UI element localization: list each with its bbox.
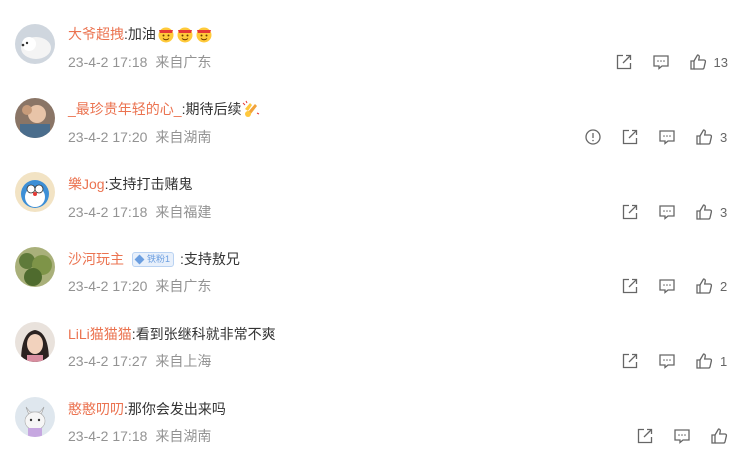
- comment-icon: [659, 279, 675, 294]
- comment-meta: 23-4-2 17:18 来自广东: [68, 53, 211, 71]
- share-button[interactable]: [636, 426, 654, 446]
- comment-location: 来自湖南: [155, 428, 212, 444]
- thumbs-up-icon: [696, 278, 713, 294]
- like-count: 3: [720, 204, 728, 220]
- comment-meta: 23-4-2 17:27 来自上海: [68, 352, 211, 370]
- share-icon: [622, 353, 638, 369]
- avatar[interactable]: [15, 322, 55, 362]
- comment-actions: [617, 426, 728, 446]
- comment-actions: 1: [602, 351, 728, 371]
- thumbs-up-icon: [696, 353, 713, 369]
- like-button[interactable]: [710, 426, 728, 446]
- cheer-emoji: [176, 25, 194, 43]
- fan-badge-label: 铁粉1: [147, 254, 171, 264]
- avatar[interactable]: [15, 397, 55, 437]
- comment-actions: 3: [602, 202, 728, 222]
- cheer-emoji: [195, 25, 213, 43]
- comment-icon: [674, 429, 690, 444]
- comment-text: 期待后续: [185, 101, 242, 117]
- reply-button[interactable]: [673, 426, 691, 446]
- comment-location: 来自上海: [155, 353, 212, 369]
- share-icon: [616, 54, 631, 70]
- like-count: 1: [720, 353, 728, 369]
- thumbs-up-icon: [696, 204, 713, 220]
- comment-icon: [659, 354, 675, 369]
- comment-text: 支持打击赌鬼: [108, 176, 193, 192]
- comment-date: 23-4-2 17:20: [68, 278, 148, 294]
- comment-location: 来自广东: [155, 54, 212, 70]
- like-button[interactable]: 3: [695, 127, 728, 147]
- share-button[interactable]: [621, 202, 639, 222]
- comment-icon: [652, 55, 669, 70]
- thumbs-up-icon: [711, 428, 728, 444]
- comment-text: 那你会发出来吗: [127, 401, 226, 417]
- username-link[interactable]: 沙河玩主: [68, 250, 124, 268]
- comment-meta: 23-4-2 17:20 来自广东: [68, 277, 211, 295]
- fan-badge: 铁粉1: [132, 251, 175, 267]
- comment-text: :支持敖兄: [180, 251, 240, 267]
- reply-button[interactable]: [652, 52, 670, 72]
- report-button[interactable]: [584, 127, 602, 147]
- comment-date: 23-4-2 17:18: [68, 428, 148, 444]
- reply-button[interactable]: [658, 276, 676, 296]
- like-count: 13: [713, 54, 728, 70]
- username-link[interactable]: LiLi猫猫猫: [68, 325, 132, 343]
- comment-date: 23-4-2 17:27: [68, 353, 148, 369]
- comment-location: 来自湖南: [155, 129, 212, 145]
- comment-meta: 23-4-2 17:18 来自福建: [68, 203, 211, 221]
- avatar[interactable]: [15, 98, 55, 138]
- username-link[interactable]: 憨憨叨叨: [68, 400, 124, 418]
- thumbs-up-icon: [696, 129, 713, 145]
- share-button[interactable]: [621, 276, 639, 296]
- comment-location: 来自广东: [155, 278, 212, 294]
- share-button[interactable]: [615, 52, 633, 72]
- reply-button[interactable]: [658, 127, 676, 147]
- comment-text: 加油: [127, 26, 156, 42]
- share-icon: [622, 204, 638, 220]
- comment-text: 看到张继科就非常不爽: [135, 326, 276, 342]
- comment-actions: 2: [602, 276, 728, 296]
- comment-actions: 3: [565, 127, 728, 147]
- username-link[interactable]: 大爷超拽: [68, 25, 124, 43]
- reply-button[interactable]: [658, 351, 676, 371]
- username-link[interactable]: _最珍贵年轻的心_: [68, 100, 182, 118]
- share-button[interactable]: [621, 351, 639, 371]
- comment-meta: 23-4-2 17:20 来自湖南: [68, 128, 211, 146]
- diamond-icon: [134, 254, 145, 264]
- comment-date: 23-4-2 17:18: [68, 204, 148, 220]
- thumbs-up-icon: [689, 54, 706, 70]
- like-button[interactable]: 3: [695, 202, 728, 222]
- clap-emoji: [242, 100, 260, 118]
- comment-meta: 23-4-2 17:18 来自湖南: [68, 427, 211, 445]
- reply-button[interactable]: [658, 202, 676, 222]
- comment-icon: [659, 205, 675, 220]
- share-icon: [622, 129, 638, 145]
- share-button[interactable]: [621, 127, 639, 147]
- like-button[interactable]: 2: [695, 276, 728, 296]
- avatar[interactable]: [15, 247, 55, 287]
- share-icon: [637, 428, 653, 444]
- like-button[interactable]: 13: [689, 52, 728, 72]
- comment-actions: 13: [596, 52, 728, 72]
- share-icon: [622, 278, 638, 294]
- alert-circle-icon: [585, 129, 601, 145]
- comment-date: 23-4-2 17:18: [68, 54, 148, 70]
- comment-date: 23-4-2 17:20: [68, 129, 148, 145]
- username-link[interactable]: 樂Jog: [68, 175, 105, 193]
- like-count: 2: [720, 278, 728, 294]
- avatar[interactable]: [15, 172, 55, 212]
- like-count: 3: [720, 129, 728, 145]
- cheer-emoji: [157, 25, 175, 43]
- like-button[interactable]: 1: [695, 351, 728, 371]
- comment-icon: [659, 130, 675, 145]
- avatar[interactable]: [15, 24, 55, 64]
- comment-location: 来自福建: [155, 204, 212, 220]
